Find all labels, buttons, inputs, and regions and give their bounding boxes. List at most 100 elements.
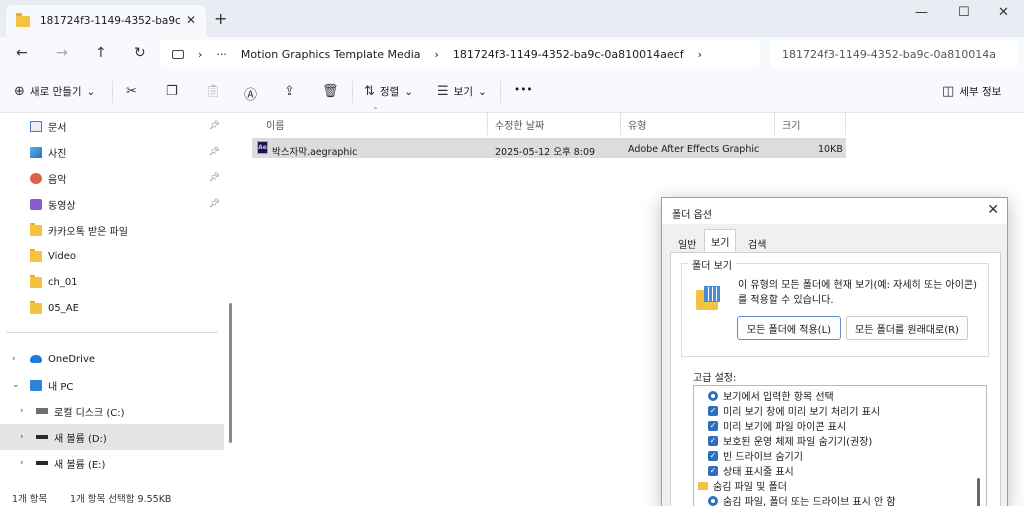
sidebar-item-video[interactable]: Video	[0, 243, 224, 269]
breadcrumb-item[interactable]: 181724f3-1149-4352-ba9c-0a810014aecf	[453, 48, 684, 61]
chevron-down-icon[interactable]: ⌄	[12, 380, 20, 390]
advanced-settings-label: 고급 설정:	[693, 373, 737, 384]
column-header-name[interactable]: 이름	[266, 113, 284, 135]
tab-view[interactable]: 보기	[704, 229, 737, 253]
sidebar-item-videos[interactable]: 동영상 📌︎	[0, 191, 224, 217]
tab-current-folder[interactable]: 181724f3-1149-4352-ba9c-0a ✕	[6, 5, 206, 37]
sidebar-item-onedrive[interactable]: › OneDrive	[0, 346, 224, 372]
chevron-right-icon[interactable]: ›	[12, 354, 16, 364]
column-divider[interactable]	[845, 113, 846, 135]
sidebar-scrollbar[interactable]	[229, 303, 232, 443]
reset-folders-button[interactable]: 모든 폴더를 원래대로(R)	[846, 316, 968, 340]
checkbox-checked-icon[interactable]: ✓	[708, 450, 718, 461]
sidebar-item-music[interactable]: 음악 📌︎	[0, 165, 224, 191]
sidebar-item-this-pc[interactable]: ⌄ 내 PC	[0, 372, 224, 398]
sort-button[interactable]: ⇅ 정렬 ⌄	[364, 84, 413, 99]
file-size: 10KB	[818, 144, 843, 155]
breadcrumb-item[interactable]: Motion Graphics Template Media	[241, 48, 421, 61]
group-description: 이 유형의 모든 폴더에 현재 보기(예: 자세히 또는 아이콘)를 적용할 수…	[738, 280, 978, 306]
close-window-button[interactable]: ✕	[998, 5, 1009, 20]
breadcrumb-separator: ›	[434, 47, 439, 61]
sidebar-item-label: Video	[48, 250, 77, 262]
address-bar[interactable]: › ··· Motion Graphics Template Media › 1…	[160, 40, 760, 68]
list-item-label: 미리 보기에 파일 아이콘 표시	[723, 422, 847, 433]
details-pane-button[interactable]: ◫ 세부 정보	[942, 84, 1001, 99]
list-item: 숨김 파일 및 폴더	[698, 478, 787, 493]
column-divider[interactable]	[620, 113, 621, 135]
search-input[interactable]: 181724f3-1149-4352-ba9c-0a810014a	[770, 40, 1018, 68]
sort-label: 정렬	[379, 86, 400, 98]
column-divider[interactable]	[487, 113, 488, 135]
copy-button[interactable]: ❐	[166, 84, 178, 99]
checkbox-checked-icon[interactable]: ✓	[708, 435, 718, 446]
pc-icon	[30, 379, 42, 391]
column-header-size[interactable]: 크기	[782, 113, 800, 135]
column-header-modified[interactable]: 수정한 날짜	[495, 113, 544, 135]
selection-info: 1개 항목 선택함 9.55KB	[70, 494, 172, 505]
list-item[interactable]: ✓ 빈 드라이브 숨기기	[708, 448, 803, 463]
list-item-label: 보기에서 입력한 항목 선택	[723, 392, 834, 403]
sidebar-item-kakaotalk[interactable]: 카카오톡 받은 파일	[0, 217, 224, 243]
radio-selected-icon[interactable]	[708, 390, 718, 401]
sidebar-item-documents[interactable]: 문서 📌︎	[0, 113, 224, 139]
sidebar-item-label: 내 PC	[48, 381, 74, 393]
file-modified: 2025-05-12 오후 8:09	[495, 147, 596, 158]
advanced-settings-list[interactable]: 보기에서 입력한 항목 선택 ✓ 미리 보기 창에 미리 보기 처리기 표시 ✓…	[693, 385, 987, 506]
radio-selected-icon[interactable]	[708, 495, 718, 506]
list-scrollbar[interactable]	[977, 478, 980, 506]
forward-button[interactable]: →	[56, 45, 68, 61]
list-item[interactable]: ✓ 미리 보기 창에 미리 보기 처리기 표시	[708, 403, 880, 418]
paste-button[interactable]: 📋︎	[205, 84, 222, 99]
list-item-label: 상태 표시줄 표시	[723, 467, 794, 478]
list-item[interactable]: 숨김 파일, 폴더 또는 드라이브 표시 안 함	[708, 493, 896, 506]
minimize-button[interactable]: —	[915, 5, 928, 20]
list-item[interactable]: ✓ 미리 보기에 파일 아이콘 표시	[708, 418, 846, 433]
delete-button[interactable]: 🗑︎	[322, 84, 339, 99]
up-button[interactable]: ↑	[95, 45, 107, 61]
apply-to-folders-button[interactable]: 모든 폴더에 적용(L)	[737, 316, 841, 340]
tab-general[interactable]: 일반	[672, 232, 702, 252]
tab-search[interactable]: 검색	[742, 232, 772, 252]
sidebar-item-pictures[interactable]: 사진 📌︎	[0, 139, 224, 165]
chevron-right-icon[interactable]: ›	[20, 406, 24, 416]
more-options-button[interactable]: •••	[514, 84, 533, 96]
breadcrumb-overflow[interactable]: ···	[216, 48, 227, 61]
list-item[interactable]: ✓ 보호된 운영 체제 파일 숨기기(권장)	[708, 433, 872, 448]
list-item-label: 숨김 파일 및 폴더	[713, 482, 787, 493]
column-divider[interactable]	[774, 113, 775, 135]
sidebar-item-drive-d[interactable]: › 새 볼륨 (D:)	[0, 424, 224, 450]
list-item[interactable]: 보기에서 입력한 항목 선택	[708, 388, 834, 403]
maximize-button[interactable]: ☐	[958, 5, 970, 20]
new-button[interactable]: ⊕ 새로 만들기 ⌄	[14, 84, 95, 99]
sidebar-item-label: 문서	[48, 122, 67, 134]
sidebar-item-ch01[interactable]: ch_01	[0, 269, 224, 295]
view-button[interactable]: ☰ 보기 ⌄	[437, 84, 487, 99]
share-icon: ⇪	[284, 84, 295, 99]
sidebar-item-drive-c[interactable]: › 로컬 디스크 (C:)	[0, 398, 224, 424]
new-label: 새로 만들기	[29, 86, 82, 98]
dialog-close-button[interactable]: ✕	[987, 202, 999, 218]
refresh-button[interactable]: ↻	[134, 45, 146, 61]
cut-button[interactable]: ✂	[126, 84, 137, 99]
new-tab-button[interactable]: +	[214, 9, 227, 28]
back-button[interactable]: ←	[16, 45, 28, 61]
tab-close-icon[interactable]: ✕	[186, 13, 196, 27]
list-item-label: 숨김 파일, 폴더 또는 드라이브 표시 안 함	[723, 497, 896, 506]
sidebar-item-05ae[interactable]: 05_AE	[0, 295, 224, 321]
share-button[interactable]: ⇪	[284, 84, 295, 99]
chevron-right-icon[interactable]: ›	[20, 458, 24, 468]
rename-button[interactable]: Ⓐ	[244, 84, 257, 103]
sidebar-item-label: 카카오톡 받은 파일	[48, 226, 128, 238]
chevron-right-icon[interactable]: ›	[20, 432, 24, 442]
chevron-down-icon: ⌄	[86, 85, 96, 98]
list-item[interactable]: ✓ 상태 표시줄 표시	[708, 463, 794, 478]
checkbox-checked-icon[interactable]: ✓	[708, 420, 718, 431]
sidebar-item-drive-e[interactable]: › 새 볼륨 (E:)	[0, 450, 224, 476]
checkbox-checked-icon[interactable]: ✓	[708, 405, 718, 416]
file-name[interactable]: 박스자막.aegraphic	[272, 144, 357, 158]
list-item-label: 미리 보기 창에 미리 보기 처리기 표시	[723, 407, 881, 418]
checkbox-checked-icon[interactable]: ✓	[708, 465, 718, 476]
command-toolbar: ⊕ 새로 만들기 ⌄ ✂ ❐ 📋︎ Ⓐ ⇪ 🗑︎ ⇅ 정렬 ⌄ ☰ 보기 ⌄ •…	[0, 71, 1024, 113]
column-header-type[interactable]: 유형	[628, 113, 646, 135]
dialog-title: 폴더 옵션	[662, 198, 1007, 224]
